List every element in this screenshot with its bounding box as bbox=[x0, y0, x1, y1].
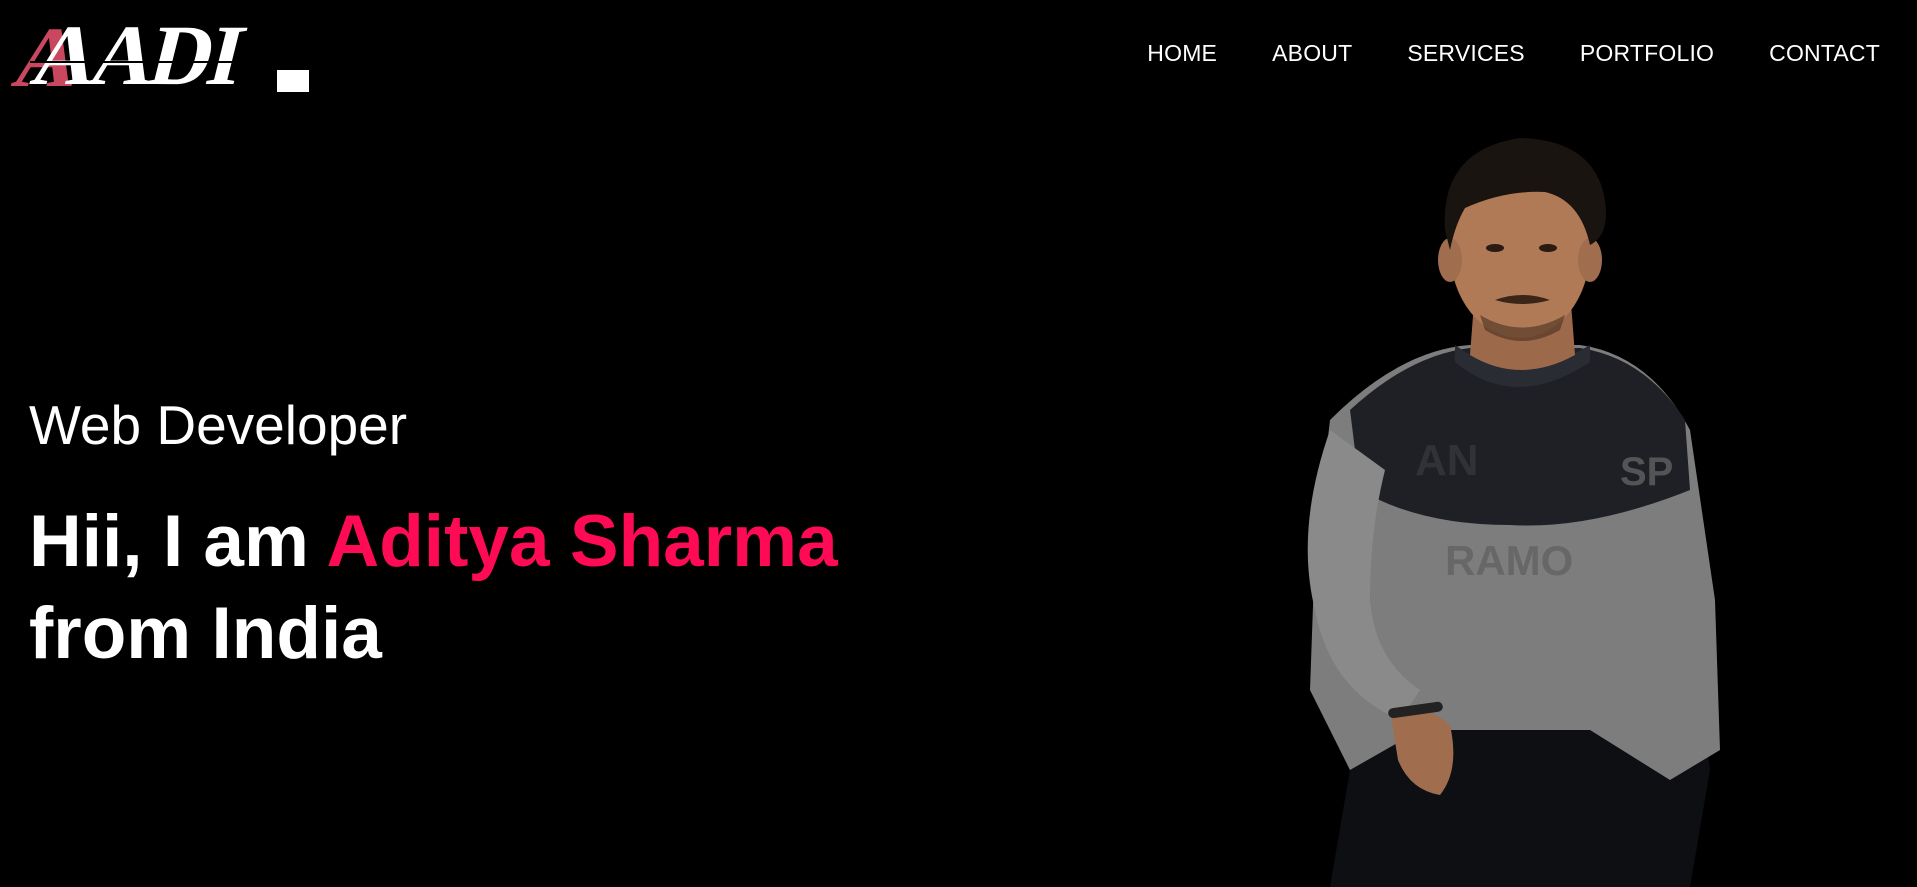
logo-dot bbox=[277, 70, 309, 92]
nav-portfolio[interactable]: PORTFOLIO bbox=[1580, 40, 1714, 67]
hero-role: Web Developer bbox=[29, 394, 408, 456]
hero-headline: Hii, I am Aditya Sharma from India bbox=[29, 496, 1029, 680]
hero-greeting: Hii, I am bbox=[29, 501, 327, 582]
hero-name: Aditya Sharma bbox=[326, 501, 838, 582]
nav-contact[interactable]: CONTACT bbox=[1769, 40, 1880, 67]
logo-mark: A AADI bbox=[10, 7, 310, 96]
svg-text:SP: SP bbox=[1620, 450, 1673, 494]
svg-text:AN: AN bbox=[1415, 436, 1479, 485]
person-photo-icon: AN SP RAMO bbox=[1307, 138, 1720, 887]
nav-services[interactable]: SERVICES bbox=[1407, 40, 1525, 67]
main-nav: HOME ABOUT SERVICES PORTFOLIO CONTACT bbox=[1147, 40, 1880, 67]
page: A AADI HOME ABOUT SERVICES PORTFOLIO CON… bbox=[0, 0, 1917, 887]
nav-home[interactable]: HOME bbox=[1147, 40, 1217, 67]
hero-section: Web Developer Hii, I am Aditya Sharma fr… bbox=[29, 394, 1029, 680]
svg-text:RAMO: RAMO bbox=[1445, 537, 1573, 584]
nav-about[interactable]: ABOUT bbox=[1272, 40, 1352, 67]
site-logo[interactable]: A AADI bbox=[10, 6, 310, 96]
hero-origin: from India bbox=[29, 593, 382, 674]
portrait-photo: AN SP RAMO bbox=[1290, 130, 1750, 887]
svg-text:AADI: AADI bbox=[24, 7, 254, 96]
